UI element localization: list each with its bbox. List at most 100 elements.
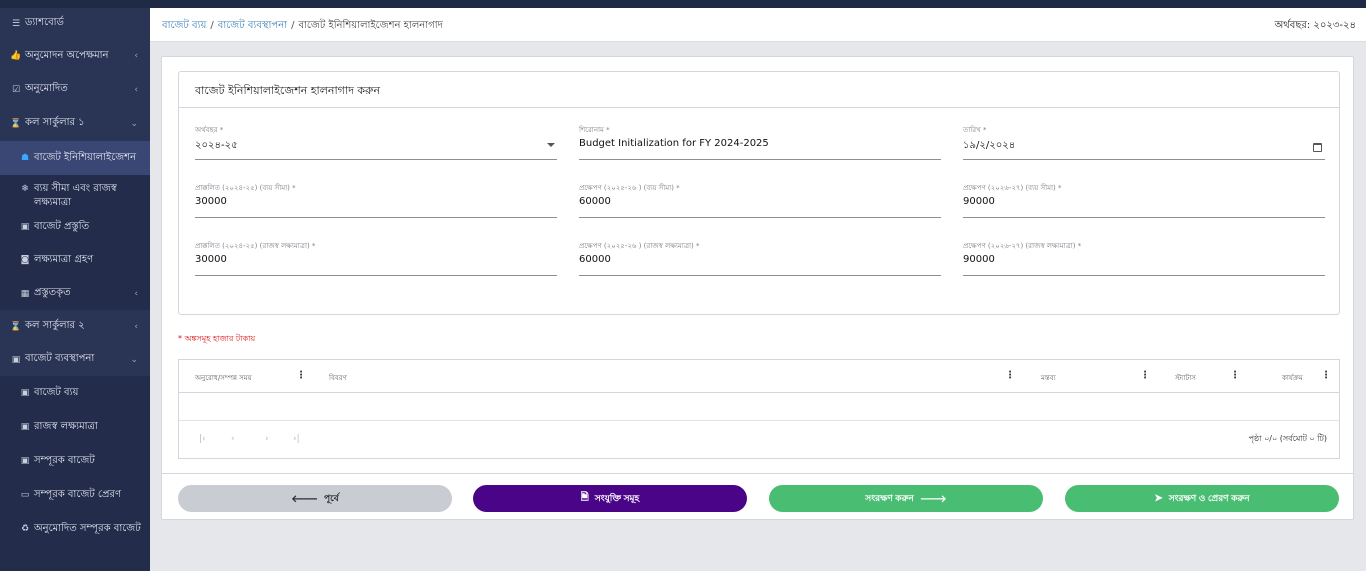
projection-2-revenue-target-field[interactable]: প্রক্ষেপণ (২০২৬-২৭) (রাজস্ব লক্ষ্যমাত্রা… (963, 240, 1325, 276)
sidebar-item-expense-limit-revenue-target[interactable]: ❄ ব্যয় সীমা এবং রাজস্ব লক্ষ্যমাত্রা (0, 175, 150, 211)
chevron-left-icon: ‹ (134, 84, 138, 95)
sidebar-item-label: সম্পূরক বাজেট প্রেরণ (34, 488, 121, 500)
sidebar-item-approved[interactable]: ☑ অনুমোদিত ‹ (0, 73, 150, 106)
estimate-revenue-target-field[interactable]: প্রাক্কলিত (২০২৪-২৫) (রাজস্ব লক্ষ্যমাত্র… (195, 240, 557, 276)
previous-button[interactable]: 🡐 পূর্বে (178, 485, 452, 512)
field-underline (579, 275, 941, 276)
briefcase-icon: ▣ (11, 354, 21, 365)
sidebar-item-label: অনুমোদিত (25, 83, 68, 94)
save-button[interactable]: সংরক্ষণ করুন 🡒 (769, 485, 1043, 512)
table-header: অনুরোধ/সম্পন্ন সময় ⋮ বিবরণ ⋮ মন্তব্য ⋮ … (179, 360, 1339, 393)
sidebar-item-approved-supplementary-budget[interactable]: ♻ অনুমোদিত সম্পূরক বাজেট (0, 512, 150, 546)
next-page-button[interactable]: › (265, 434, 269, 444)
estimate-expense-limit-field[interactable]: প্রাক্কলিত (২০২৪-২৫) (ব্যয় সীমা) * 3000… (195, 182, 557, 218)
form-card: বাজেট ইনিশিয়ালাইজেশন হালনাগাদ করুন অর্থ… (178, 71, 1340, 315)
briefcase-icon: ▣ (20, 422, 30, 432)
briefcase-icon: ▣ (20, 222, 30, 232)
last-page-button[interactable]: ›| (293, 434, 300, 444)
column-menu-icon[interactable]: ⋮ (1321, 370, 1331, 381)
button-label: সংযুক্তি সমূহ (594, 493, 640, 503)
breadcrumb-link-budget-expense[interactable]: বাজেট ব্যয় (162, 20, 206, 31)
column-header-actions[interactable]: কার্যক্রম (1282, 372, 1303, 384)
sidebar-item-label: ড্যাশবোর্ড (25, 17, 64, 28)
caret-down-icon[interactable] (547, 143, 555, 147)
sidebar-item-send-supplementary-budget[interactable]: ▭ সম্পূরক বাজেট প্রেরণ (0, 478, 150, 512)
field-value: 60000 (579, 196, 611, 207)
sidebar-item-call-circular-1[interactable]: ⌛ কল সার্কুলার ১ ⌄ (0, 106, 150, 141)
column-header-status[interactable]: স্ট্যাটাস (1175, 372, 1196, 384)
date-field[interactable]: তারিখ * ১৯/২/২০২৪ (963, 124, 1325, 160)
fiscal-year-select[interactable]: অর্থবছর * ২০২৪-২৫ (195, 124, 557, 160)
sidebar-item-label: কল সার্কুলার ২ (25, 320, 85, 331)
table-empty-row (179, 393, 1339, 421)
sidebar-item-target-acceptance[interactable]: ◙ লক্ষ্যমাত্রা গ্রহণ (0, 243, 150, 277)
arrow-left-icon: 🡐 (291, 493, 319, 505)
field-label: শিরোনাম * (579, 126, 610, 134)
amount-unit-note: * অঙ্কসমূহ হাজার টাকায় (178, 334, 256, 343)
divider (179, 107, 1339, 108)
chevron-down-icon: ⌄ (130, 118, 138, 129)
main-card: বাজেট ইনিশিয়ালাইজেশন হালনাগাদ করুন অর্থ… (161, 56, 1354, 520)
field-value: ২০২৪-২৫ (195, 140, 238, 151)
calendar-icon[interactable] (1313, 143, 1322, 152)
column-menu-icon[interactable]: ⋮ (1230, 370, 1240, 381)
sidebar-item-budget-preparation[interactable]: ▣ বাজেট প্রস্তুতি (0, 211, 150, 243)
column-menu-icon[interactable]: ⋮ (296, 370, 306, 381)
chevron-down-icon: ⌄ (130, 354, 138, 365)
list-icon: ☰ (11, 18, 21, 29)
page-info: পৃষ্ঠা ০/০ (সর্বমোট ০ টি) (1248, 434, 1327, 443)
sidebar-item-budget-management[interactable]: ▣ বাজেট ব্যবস্থাপনা ⌄ (0, 343, 150, 376)
field-label: প্রাক্কলিত (২০২৪-২৫) (রাজস্ব লক্ষ্যমাত্র… (195, 242, 316, 250)
sidebar-item-label: কল সার্কুলার ১ (25, 117, 85, 128)
column-header-request-time[interactable]: অনুরোধ/সম্পন্ন সময় (195, 372, 252, 384)
column-header-comment[interactable]: মন্তব্য (1041, 372, 1056, 384)
attachments-button[interactable]: 🗎 সংযুক্তি সমূহ (473, 485, 747, 512)
projection-1-revenue-target-field[interactable]: প্রক্ষেপণ (২০২৫-২৬ ) (রাজস্ব লক্ষ্যমাত্র… (579, 240, 941, 276)
field-label: প্রক্ষেপণ (২০২৬-২৭) (ব্যয় সীমা) * (963, 184, 1062, 192)
sidebar-item-prepared[interactable]: ▦ প্রস্তুতকৃত ‹ (0, 277, 150, 310)
page-header: বাজেট ব্যয় / বাজেট ব্যবস্থাপনা / বাজেট ইনিশ… (150, 8, 1366, 42)
field-underline (195, 217, 557, 218)
field-value: 90000 (963, 254, 995, 265)
sidebar-item-supplementary-budget[interactable]: ▣ সম্পূরক বাজেট (0, 444, 150, 478)
action-bar: 🡐 পূর্বে 🗎 সংযুক্তি সমূহ সংরক্ষণ করুন 🡒 … (162, 473, 1353, 521)
sidebar-item-pending-approval[interactable]: 👍 অনুমোদন অপেক্ষমান ‹ (0, 39, 150, 73)
sidebar-item-budget-expense[interactable]: ▣ বাজেট ব্যয় (0, 376, 150, 410)
credit-card-icon: ▭ (20, 490, 30, 500)
chevron-left-icon: ‹ (134, 288, 138, 299)
first-page-button[interactable]: |‹ (199, 434, 206, 444)
breadcrumb-separator: / (210, 20, 214, 31)
sidebar-item-dashboard[interactable]: ☰ ড্যাশবোর্ড (0, 8, 150, 39)
top-bar (0, 0, 1366, 8)
button-label: পূর্বে (324, 493, 339, 503)
pdf-file-icon: 🗎 (580, 492, 589, 503)
sidebar-item-label: অনুমোদিত সম্পূরক বাজেট (34, 522, 141, 534)
column-header-description[interactable]: বিবরণ (329, 372, 347, 384)
field-label: অর্থবছর * (195, 126, 224, 134)
prev-page-button[interactable]: ‹ (231, 434, 235, 444)
briefcase-icon: ▣ (20, 388, 30, 398)
projection-1-expense-limit-field[interactable]: প্রক্ষেপণ (২০২৫-২৬ ) (ব্যয় সীমা) * 6000… (579, 182, 941, 218)
sidebar-item-label: লক্ষ্যমাত্রা গ্রহণ (34, 253, 94, 265)
sidebar-item-label: প্রস্তুতকৃত (34, 287, 71, 298)
briefcase-icon: ▣ (20, 456, 30, 466)
breadcrumb-link-budget-management[interactable]: বাজেট ব্যবস্থাপনা (218, 20, 287, 31)
fiscal-year-label: অর্থবছর: ২০২৩-২৪ (1274, 20, 1356, 31)
title-field[interactable]: শিরোনাম * Budget Initialization for FY 2… (579, 124, 941, 160)
projection-2-expense-limit-field[interactable]: প্রক্ষেপণ (২০২৬-২৭) (ব্যয় সীমা) * 90000 (963, 182, 1325, 218)
chevron-left-icon: ‹ (134, 51, 138, 61)
pagination: |‹ ‹ › ›| পৃষ্ঠা ০/০ (সর্বমোট ০ টি) (179, 421, 1339, 459)
sidebar-item-revenue-target[interactable]: ▣ রাজস্ব লক্ষ্যমাত্রা (0, 410, 150, 444)
breadcrumb-separator: / (291, 20, 295, 31)
field-underline (579, 159, 941, 160)
sidebar-item-label: বাজেট ব্যয় (34, 386, 79, 398)
sidebar-item-label: বাজেট ইনিশিয়ালাইজেশন (34, 151, 137, 163)
column-menu-icon[interactable]: ⋮ (1140, 370, 1150, 381)
snowflake-icon: ❄ (21, 184, 29, 194)
column-menu-icon[interactable]: ⋮ (1005, 370, 1015, 381)
field-value: 60000 (579, 254, 611, 265)
sidebar-item-budget-initialization[interactable]: ☗ বাজেট ইনিশিয়ালাইজেশন (0, 141, 150, 175)
save-and-send-button[interactable]: ➤ সংরক্ষণ ও প্রেরণ করুন (1065, 485, 1339, 512)
sidebar-item-call-circular-2[interactable]: ⌛ কল সার্কুলার ২ ‹ (0, 310, 150, 343)
check-square-icon: ☑ (11, 84, 21, 95)
